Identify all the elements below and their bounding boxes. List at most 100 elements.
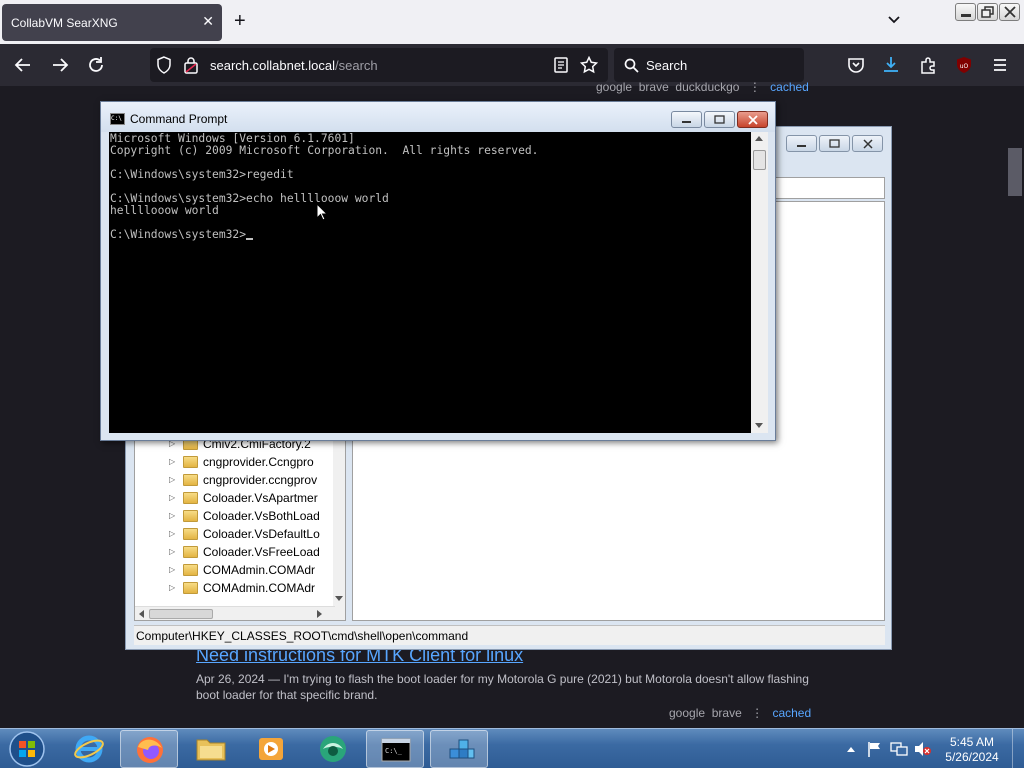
regedit-maximize-button[interactable] bbox=[819, 135, 850, 152]
new-tab-button[interactable]: + bbox=[234, 10, 246, 32]
cmd-line: C:\Windows\system32>regedit bbox=[110, 168, 294, 181]
taskbar-command-prompt[interactable]: C:\_ bbox=[366, 730, 424, 768]
scroll-left-arrow-icon[interactable] bbox=[139, 610, 145, 618]
close-tab-icon[interactable]: ✕ bbox=[202, 13, 214, 30]
svg-text:uO: uO bbox=[960, 63, 969, 70]
close-window-button[interactable] bbox=[999, 3, 1020, 21]
action-center-flag-icon[interactable] bbox=[866, 741, 882, 757]
start-button[interactable] bbox=[4, 730, 50, 768]
menu-hamburger-icon[interactable] bbox=[991, 56, 1009, 74]
taskbar-explorer[interactable] bbox=[182, 730, 240, 768]
taskbar-internet-explorer[interactable] bbox=[60, 730, 118, 768]
tree-item-label: Coloader.VsFreeLoad bbox=[203, 545, 320, 559]
scroll-right-arrow-icon[interactable] bbox=[317, 610, 323, 618]
folder-icon bbox=[183, 492, 198, 504]
engine-brave-link[interactable]: brave bbox=[639, 80, 669, 94]
media-player-icon bbox=[259, 738, 283, 760]
cmd-window-controls bbox=[671, 111, 768, 128]
folder-icon bbox=[183, 510, 198, 522]
cmd-app-icon: C:\ bbox=[110, 113, 125, 125]
scroll-up-arrow-icon[interactable] bbox=[755, 136, 763, 142]
expand-arrow-icon[interactable]: ▷ bbox=[169, 493, 175, 502]
search-placeholder: Search bbox=[646, 58, 688, 73]
mouse-pointer-icon bbox=[316, 203, 328, 221]
expand-arrow-icon[interactable]: ▷ bbox=[169, 565, 175, 574]
internet-explorer-icon bbox=[74, 735, 104, 763]
downloads-icon[interactable] bbox=[882, 56, 900, 74]
bookmark-star-icon[interactable] bbox=[580, 56, 598, 74]
extensions-puzzle-icon[interactable] bbox=[919, 56, 937, 74]
taskbar: C:\_ 5:45 AM 5/26/2024 bbox=[0, 728, 1024, 768]
volume-muted-icon[interactable] bbox=[914, 741, 932, 757]
tree-item-label: Coloader.VsBothLoad bbox=[203, 509, 320, 523]
show-hidden-icons-icon[interactable] bbox=[846, 745, 856, 753]
cmd-vertical-scrollbar[interactable] bbox=[751, 132, 768, 433]
expand-arrow-icon[interactable]: ▷ bbox=[169, 511, 175, 520]
app-globe-icon bbox=[320, 736, 346, 762]
engine-google-link[interactable]: google bbox=[596, 80, 632, 94]
lock-icon[interactable] bbox=[184, 56, 198, 74]
ublock-origin-icon[interactable]: uO bbox=[955, 56, 973, 74]
notification-area: 5:45 AM 5/26/2024 bbox=[840, 729, 1024, 768]
show-desktop-button[interactable] bbox=[1012, 729, 1024, 768]
cmd-minimize-button[interactable] bbox=[671, 111, 702, 128]
expand-arrow-icon[interactable]: ▷ bbox=[169, 475, 175, 484]
folder-icon bbox=[196, 739, 226, 761]
forward-arrow-icon[interactable] bbox=[51, 56, 69, 74]
folder-icon bbox=[183, 546, 198, 558]
minimize-window-button[interactable] bbox=[955, 3, 976, 21]
cached-link[interactable]: cached bbox=[772, 706, 811, 720]
page-scrollbar[interactable] bbox=[1006, 86, 1024, 728]
window-controls bbox=[955, 3, 1021, 23]
tree-item-label: Coloader.VsApartmer bbox=[203, 491, 318, 505]
reader-view-icon[interactable] bbox=[554, 57, 568, 73]
tree-vertical-scrollbar[interactable] bbox=[333, 428, 345, 620]
folder-icon bbox=[183, 456, 198, 468]
tree-horizontal-scrollbar[interactable] bbox=[135, 606, 335, 620]
taskbar-registry-editor[interactable] bbox=[430, 730, 488, 768]
regedit-minimize-button[interactable] bbox=[786, 135, 817, 152]
cmd-console[interactable]: Microsoft Windows [Version 6.1.7601] Copy… bbox=[109, 132, 751, 433]
url-text: search.collabnet.local/search bbox=[210, 58, 378, 73]
scroll-down-arrow-icon[interactable] bbox=[335, 596, 343, 602]
folder-icon bbox=[183, 582, 198, 594]
search-icon bbox=[624, 58, 639, 73]
search-bar[interactable]: Search bbox=[614, 48, 804, 82]
page-scrollbar-thumb[interactable] bbox=[1008, 148, 1022, 196]
cmd-title-bar[interactable]: C:\ Command Prompt bbox=[101, 102, 775, 132]
cmd-close-button[interactable] bbox=[737, 111, 768, 128]
cmd-maximize-button[interactable] bbox=[704, 111, 735, 128]
expand-arrow-icon[interactable]: ▷ bbox=[169, 583, 175, 592]
separator: ⋮ bbox=[748, 80, 761, 94]
expand-arrow-icon[interactable]: ▷ bbox=[169, 457, 175, 466]
restore-window-button[interactable] bbox=[977, 3, 998, 21]
taskbar-media-player[interactable] bbox=[242, 730, 300, 768]
scroll-down-arrow-icon[interactable] bbox=[755, 423, 763, 429]
pocket-icon[interactable] bbox=[847, 56, 865, 74]
list-all-tabs-icon[interactable] bbox=[886, 12, 902, 28]
reload-icon[interactable] bbox=[87, 56, 105, 74]
cached-link[interactable]: cached bbox=[770, 80, 809, 94]
registry-key-tree[interactable]: ▷ Cmiv2.CmiFactory.2 ▷ cngprovider.Ccngpro… bbox=[134, 427, 346, 621]
back-arrow-icon[interactable] bbox=[14, 56, 32, 74]
taskbar-app[interactable] bbox=[304, 730, 362, 768]
address-bar[interactable]: search.collabnet.local/search bbox=[150, 48, 608, 82]
engine-google-link[interactable]: google bbox=[669, 706, 705, 720]
engine-brave-link[interactable]: brave bbox=[712, 706, 742, 720]
engine-duckduckgo-link[interactable]: duckduckgo bbox=[675, 80, 739, 94]
cmd-scrollbar-thumb[interactable] bbox=[753, 150, 766, 170]
url-host: search.collabnet.local bbox=[210, 58, 336, 73]
tab-searxng[interactable]: CollabVM SearXNG ✕ bbox=[2, 4, 222, 41]
network-icon[interactable] bbox=[890, 741, 908, 757]
shield-icon[interactable] bbox=[156, 56, 172, 74]
cmd-prompt-line: C:\Windows\system32> bbox=[110, 229, 538, 241]
regedit-window-controls bbox=[786, 135, 883, 152]
expand-arrow-icon[interactable]: ▷ bbox=[169, 529, 175, 538]
regedit-close-button[interactable] bbox=[852, 135, 883, 152]
clock-time: 5:45 AM bbox=[949, 735, 995, 749]
system-clock[interactable]: 5:45 AM 5/26/2024 bbox=[940, 735, 1004, 765]
taskbar-firefox[interactable] bbox=[120, 730, 178, 768]
tree-item-label: COMAdmin.COMAdr bbox=[203, 563, 316, 577]
expand-arrow-icon[interactable]: ▷ bbox=[169, 547, 175, 556]
tree-hscroll-thumb[interactable] bbox=[149, 609, 213, 619]
